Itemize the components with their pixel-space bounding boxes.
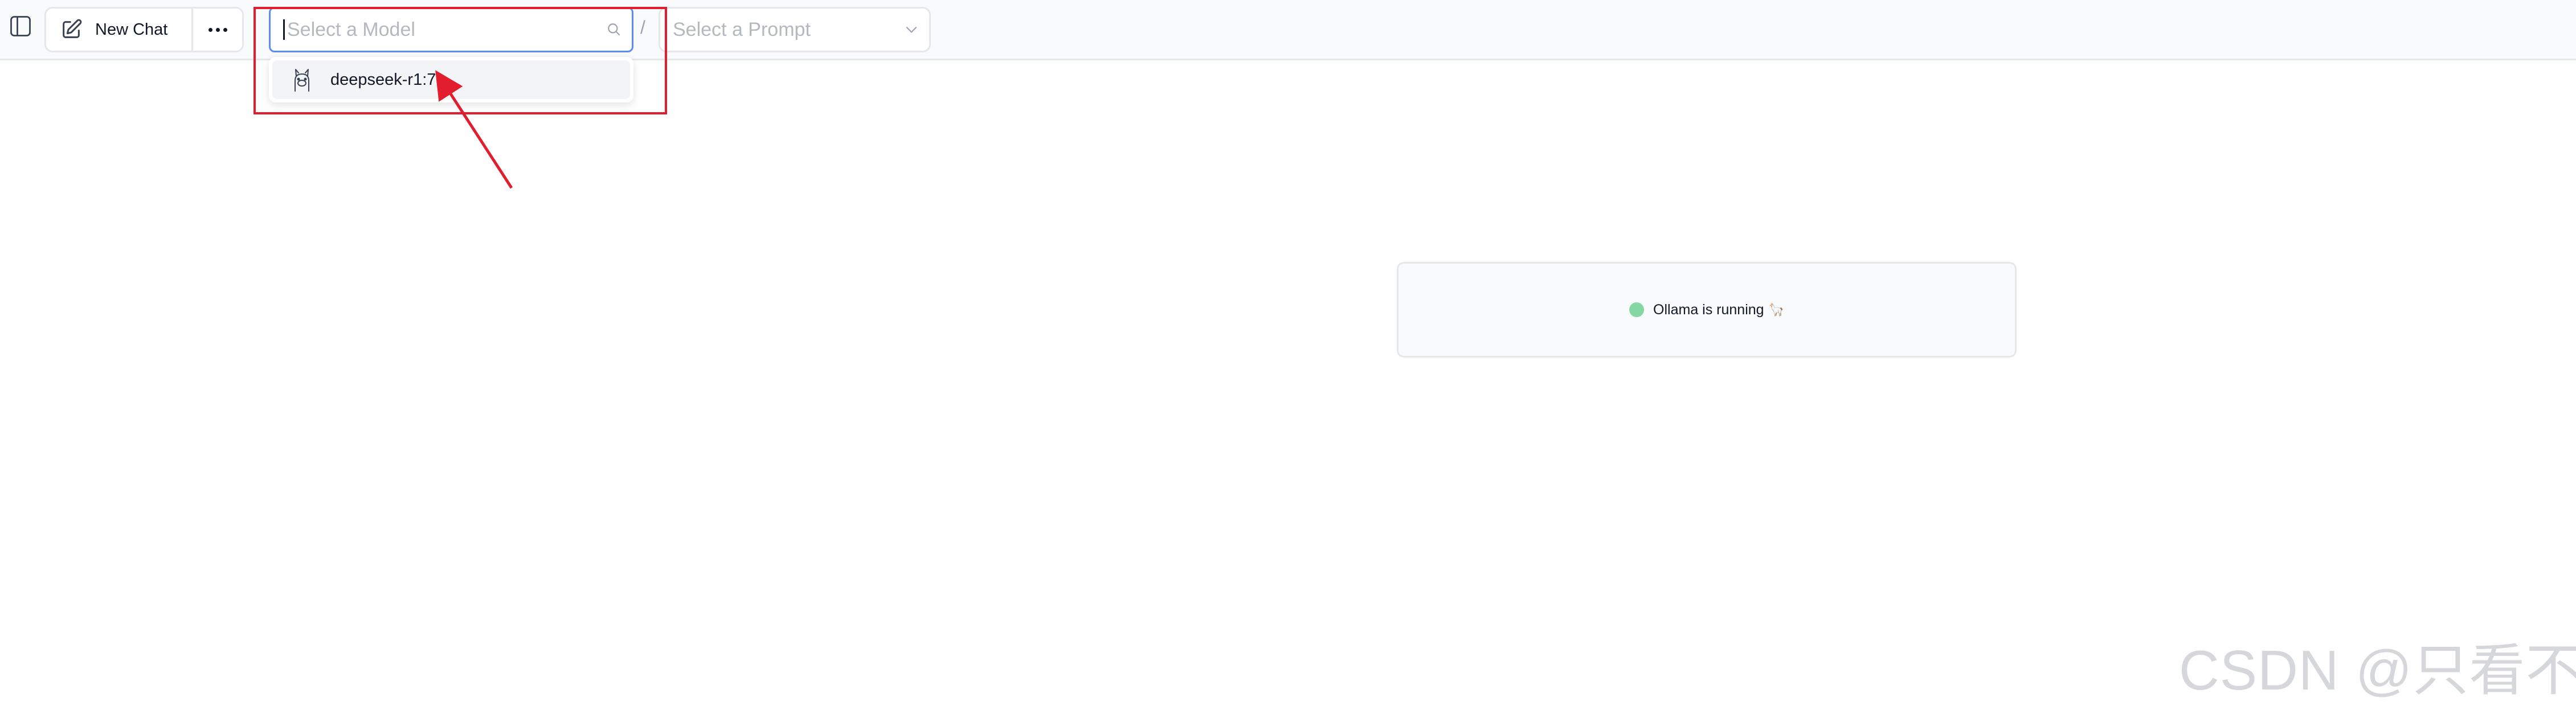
- new-chat-label: New Chat: [95, 20, 168, 39]
- llama-icon: [291, 67, 313, 92]
- top-toolbar: New Chat / Select a Prompt: [0, 0, 2576, 60]
- new-chat-button[interactable]: New Chat: [46, 9, 193, 51]
- model-option-label: deepseek-r1:7b: [330, 70, 445, 89]
- chevron-down-icon: [904, 22, 919, 37]
- model-dropdown: deepseek-r1:7b: [269, 57, 633, 102]
- new-chat-group: New Chat: [44, 7, 244, 52]
- watermark: CSDN @只看不学: [2179, 639, 2576, 701]
- search-icon: [607, 22, 621, 37]
- model-select[interactable]: [269, 7, 633, 52]
- more-dot: [208, 27, 212, 32]
- prompt-select[interactable]: Select a Prompt: [659, 7, 931, 52]
- more-options-button[interactable]: [193, 9, 242, 51]
- status-text: Ollama is running: [1653, 301, 1764, 318]
- prompt-select-placeholder: Select a Prompt: [673, 18, 811, 40]
- annotation-arrow: [435, 70, 513, 189]
- sidebar-toggle-icon[interactable]: [8, 14, 33, 39]
- llama-emoji: 🦙: [1768, 302, 1784, 317]
- model-option-deepseek[interactable]: deepseek-r1:7b: [272, 60, 630, 99]
- more-dot: [215, 27, 220, 32]
- more-dot: [223, 27, 227, 32]
- model-search-input[interactable]: [285, 12, 607, 47]
- selector-separator: /: [640, 17, 645, 38]
- status-indicator: [1629, 302, 1645, 317]
- edit-icon: [60, 18, 83, 41]
- ollama-status-card: Ollama is running 🦙: [1397, 262, 2017, 358]
